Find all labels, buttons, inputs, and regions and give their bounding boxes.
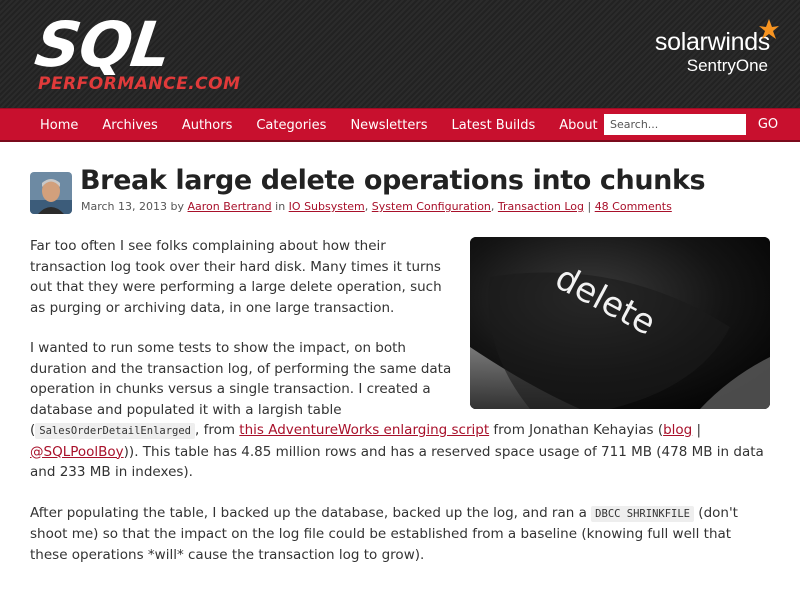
- search-go-button[interactable]: GO: [752, 109, 784, 141]
- article-date: March 13, 2013: [81, 200, 168, 213]
- comments-link[interactable]: 48 Comments: [595, 200, 672, 213]
- logo-sql-text: SQL: [30, 8, 176, 81]
- author-avatar[interactable]: [30, 172, 72, 214]
- article-title: Break large delete operations into chunk…: [80, 165, 706, 196]
- nav-item-categories[interactable]: Categories: [256, 118, 326, 133]
- paragraph-2-intro: I wanted to run some tests to show the i…: [30, 340, 452, 418]
- paragraph-1: Far too often I see folks complaining ab…: [30, 238, 442, 316]
- blog-link[interactable]: blog: [663, 422, 692, 438]
- author-link[interactable]: Aaron Bertrand: [188, 200, 272, 213]
- nav-item-latest-builds[interactable]: Latest Builds: [452, 118, 536, 133]
- paragraph-2: I wanted to run some tests to show the i…: [30, 340, 764, 480]
- category-link-system-configuration[interactable]: System Configuration: [372, 200, 491, 213]
- search-input[interactable]: [604, 114, 746, 135]
- avatar-image: [30, 172, 72, 214]
- inline-code-shrinkfile: DBCC SHRINKFILE: [591, 505, 694, 522]
- meta-by: by: [170, 200, 185, 213]
- paragraph-3: After populating the table, I backed up …: [30, 504, 738, 563]
- site-header: SQL PERFORMANCE.COM solarwinds SentryOne: [0, 0, 800, 108]
- nav-item-authors[interactable]: Authors: [182, 118, 233, 133]
- category-link-io-subsystem[interactable]: IO Subsystem: [289, 200, 365, 213]
- site-logo[interactable]: SQL PERFORMANCE.COM: [31, 8, 241, 94]
- nav-item-newsletters[interactable]: Newsletters: [350, 118, 427, 133]
- nav-item-archives[interactable]: Archives: [102, 118, 157, 133]
- category-link-transaction-log[interactable]: Transaction Log: [498, 200, 584, 213]
- nav-item-about[interactable]: About: [559, 118, 597, 133]
- sponsor-name: solarwinds: [654, 28, 770, 56]
- main-nav: Home Archives Authors Categories Newslet…: [0, 108, 800, 140]
- sponsor-logo[interactable]: solarwinds SentryOne: [654, 19, 779, 76]
- flame-icon: [759, 19, 779, 39]
- nav-item-home[interactable]: Home: [40, 118, 78, 133]
- meta-in: in: [275, 200, 286, 213]
- twitter-link[interactable]: @SQLPoolBoy: [30, 444, 124, 460]
- article-meta: March 13, 2013 by Aaron Bertrand in IO S…: [81, 200, 672, 213]
- inline-code-table: SalesOrderDetailEnlarged: [35, 423, 195, 439]
- adventureworks-script-link[interactable]: this AdventureWorks enlarging script: [239, 422, 489, 438]
- sponsor-subname: SentryOne: [686, 56, 768, 75]
- article-body: Far too often I see folks complaining ab…: [30, 236, 772, 585]
